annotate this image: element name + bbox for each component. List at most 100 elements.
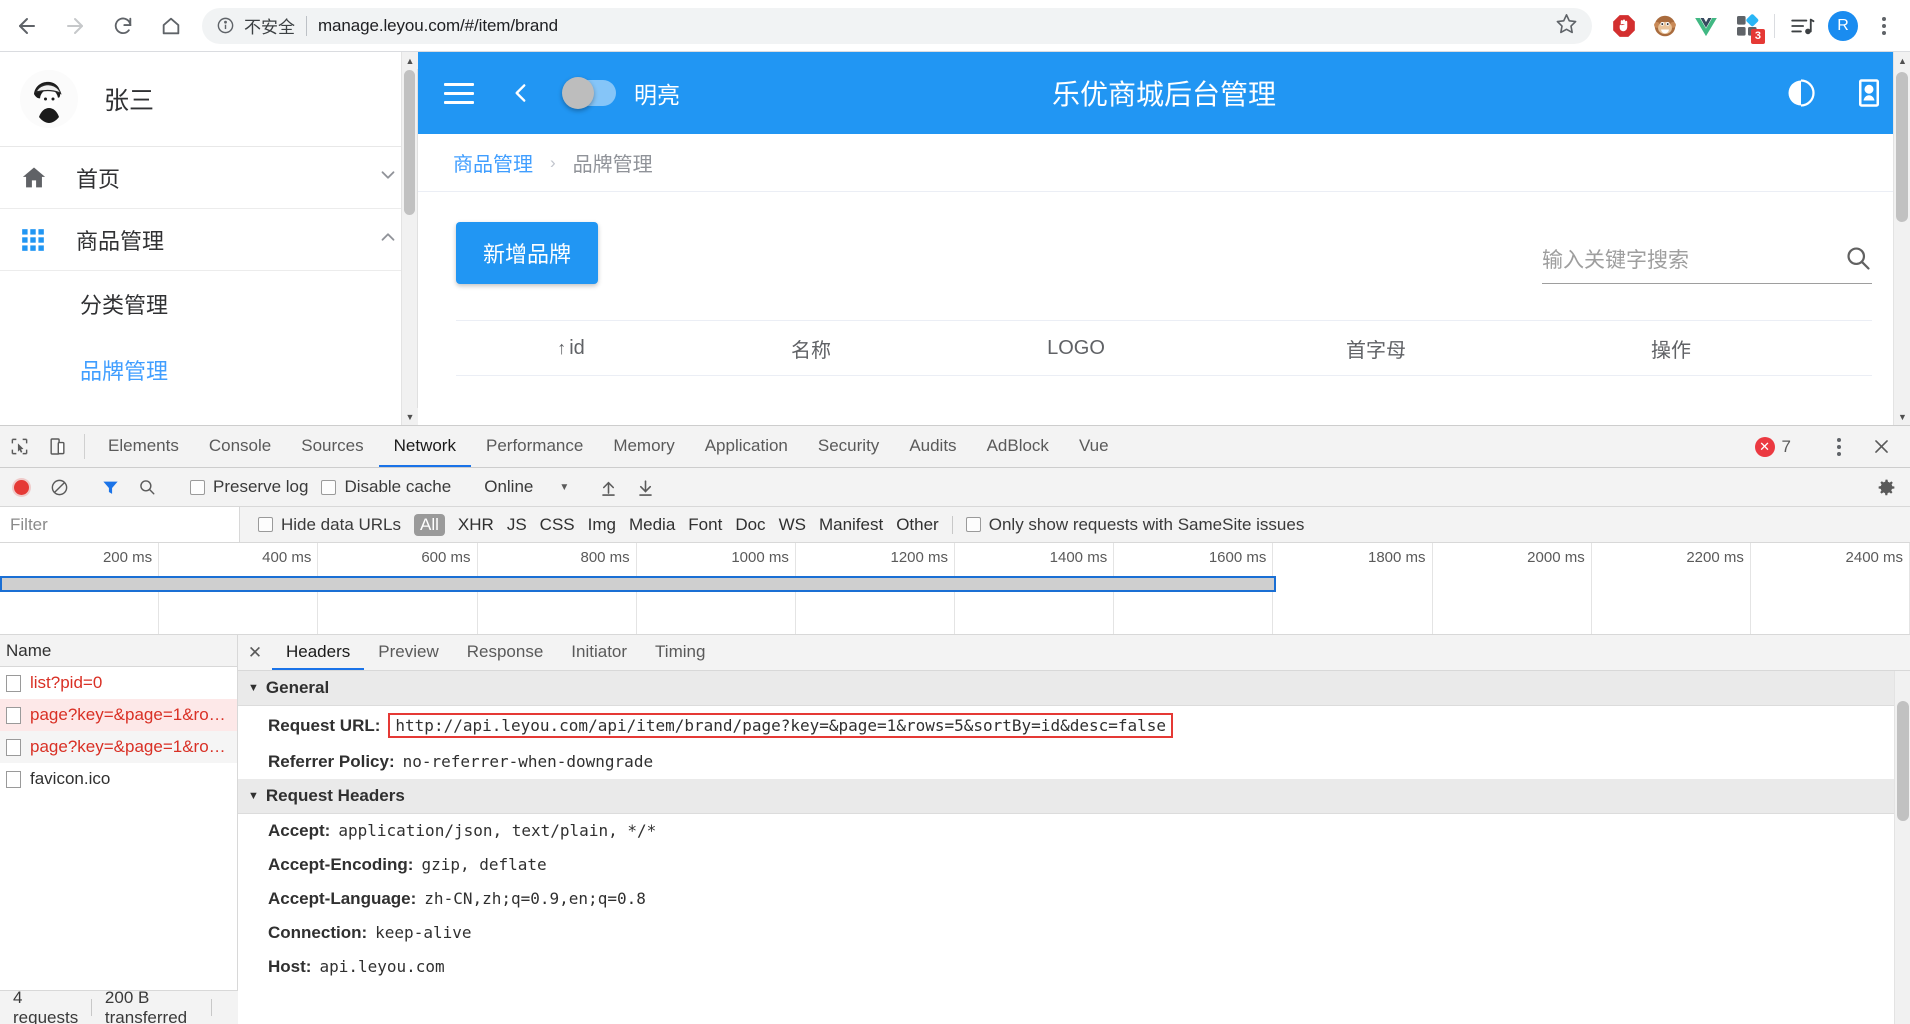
info-circle-icon[interactable]: [216, 16, 235, 35]
export-har-icon[interactable]: [629, 478, 661, 497]
scroll-up-arrow[interactable]: ▲: [402, 52, 418, 69]
error-count-badge[interactable]: ✕ 7: [1754, 436, 1791, 457]
monkey-extension-icon[interactable]: [1645, 6, 1685, 46]
device-toolbar-icon[interactable]: [38, 426, 76, 467]
samesite-issues-checkbox[interactable]: Only show requests with SameSite issues: [965, 515, 1304, 535]
puzzle-extensions-icon[interactable]: 3: [1727, 6, 1767, 46]
vue-devtools-icon[interactable]: [1686, 6, 1726, 46]
sidebar-item-product-list[interactable]: 商品列表: [0, 403, 417, 425]
scrollbar-thumb[interactable]: [1897, 701, 1909, 821]
search-box[interactable]: [1542, 244, 1872, 284]
contrast-icon[interactable]: [1786, 78, 1816, 108]
header-value[interactable]: http://api.leyou.com/api/item/brand/page…: [388, 713, 1174, 738]
star-icon[interactable]: [1555, 12, 1578, 40]
close-icon[interactable]: ✕: [238, 635, 272, 670]
disable-cache-checkbox[interactable]: Disable cache: [321, 477, 451, 497]
close-icon[interactable]: [1862, 437, 1900, 456]
scrollbar-thumb[interactable]: [1896, 72, 1908, 222]
column-header-id[interactable]: ↑ id: [456, 337, 686, 360]
search-icon[interactable]: [1844, 244, 1872, 277]
scroll-up-arrow[interactable]: ▲: [1894, 52, 1910, 69]
tab-performance[interactable]: Performance: [471, 426, 598, 467]
hide-data-urls-checkbox[interactable]: Hide data URLs: [258, 515, 401, 535]
column-header-name[interactable]: 名称: [686, 334, 936, 363]
search-icon[interactable]: [131, 478, 163, 496]
list-item[interactable]: list?pid=0: [0, 667, 237, 699]
filter-type-other[interactable]: Other: [896, 515, 939, 535]
kebab-menu-icon[interactable]: [1820, 437, 1858, 456]
adblock-extension-icon[interactable]: [1604, 6, 1644, 46]
filter-type-css[interactable]: CSS: [540, 515, 575, 535]
list-item[interactable]: page?key=&page=1&rows=5…: [0, 699, 237, 731]
media-playlist-icon[interactable]: [1782, 6, 1822, 46]
sidebar-item-home[interactable]: 首页: [0, 147, 417, 209]
filter-type-img[interactable]: Img: [588, 515, 616, 535]
page-scrollbar[interactable]: ▲ ▼: [1893, 52, 1910, 425]
add-brand-button[interactable]: 新增品牌: [456, 222, 599, 284]
filter-funnel-icon[interactable]: [94, 478, 126, 497]
tab-vue[interactable]: Vue: [1064, 426, 1124, 467]
hamburger-menu-icon[interactable]: [444, 82, 474, 104]
address-bar[interactable]: 不安全 manage.leyou.com/#/item/brand: [202, 7, 1592, 44]
tab-console[interactable]: Console: [194, 426, 286, 467]
record-button[interactable]: [14, 479, 29, 495]
tab-audits[interactable]: Audits: [894, 426, 971, 467]
list-item[interactable]: favicon.ico: [0, 763, 237, 795]
filter-type-xhr[interactable]: XHR: [458, 515, 494, 535]
request-list-header[interactable]: Name: [0, 635, 237, 667]
tab-network[interactable]: Network: [378, 426, 471, 467]
tab-elements[interactable]: Elements: [93, 426, 194, 467]
sidebar-item-brand-management[interactable]: 品牌管理: [0, 337, 417, 403]
list-item[interactable]: page?key=&page=1&rows=5…: [0, 731, 237, 763]
scroll-down-arrow[interactable]: ▼: [402, 408, 418, 425]
account-icon[interactable]: [1854, 78, 1884, 108]
scrollbar-thumb[interactable]: [404, 70, 415, 215]
tab-timing[interactable]: Timing: [641, 635, 719, 670]
filter-type-doc[interactable]: Doc: [735, 515, 765, 535]
throttling-select[interactable]: Online ▼: [484, 477, 569, 497]
tab-application[interactable]: Application: [690, 426, 803, 467]
section-general[interactable]: ▼ General: [238, 671, 1910, 706]
back-icon[interactable]: [6, 5, 48, 47]
forward-icon[interactable]: [54, 5, 96, 47]
sidebar-scrollbar[interactable]: ▲ ▼: [401, 52, 418, 425]
detail-scrollbar[interactable]: [1894, 671, 1910, 1024]
tab-initiator[interactable]: Initiator: [557, 635, 641, 670]
filter-type-all[interactable]: All: [414, 513, 445, 536]
column-header-initial[interactable]: 首字母: [1216, 334, 1536, 363]
search-input[interactable]: [1542, 248, 1844, 273]
scroll-down-arrow[interactable]: ▼: [1894, 408, 1910, 425]
tab-headers[interactable]: Headers: [272, 635, 365, 670]
theme-toggle-switch[interactable]: [562, 77, 616, 109]
tab-security[interactable]: Security: [803, 426, 894, 467]
reload-icon[interactable]: [102, 5, 144, 47]
breadcrumb-parent[interactable]: 商品管理: [453, 148, 533, 177]
profile-avatar[interactable]: R: [1823, 6, 1863, 46]
home-icon[interactable]: [150, 5, 192, 47]
gear-icon[interactable]: [1870, 477, 1902, 498]
document-icon: [6, 738, 21, 756]
filter-type-manifest[interactable]: Manifest: [819, 515, 883, 535]
filter-type-media[interactable]: Media: [629, 515, 675, 535]
chevron-left-icon[interactable]: [508, 80, 534, 106]
filter-type-js[interactable]: JS: [507, 515, 527, 535]
column-header-logo[interactable]: LOGO: [936, 337, 1216, 360]
tab-preview[interactable]: Preview: [364, 635, 452, 670]
tab-sources[interactable]: Sources: [286, 426, 378, 467]
tab-response[interactable]: Response: [453, 635, 558, 670]
timeline-selection-bar[interactable]: [0, 576, 1276, 592]
filter-type-ws[interactable]: WS: [779, 515, 806, 535]
sidebar-item-product-management[interactable]: 商品管理: [0, 209, 417, 271]
preserve-log-checkbox[interactable]: Preserve log: [190, 477, 308, 497]
clear-icon[interactable]: [43, 478, 75, 497]
tab-adblock[interactable]: AdBlock: [972, 426, 1064, 467]
network-overview-timeline[interactable]: 200 ms 400 ms 600 ms 800 ms 1000 ms 1200…: [0, 543, 1910, 635]
filter-input[interactable]: [0, 507, 240, 542]
inspect-element-icon[interactable]: [0, 426, 38, 467]
import-har-icon[interactable]: [592, 478, 624, 497]
section-request-headers[interactable]: ▼ Request Headers: [238, 779, 1910, 814]
sidebar-item-category-management[interactable]: 分类管理: [0, 271, 417, 337]
filter-type-font[interactable]: Font: [688, 515, 722, 535]
tab-memory[interactable]: Memory: [598, 426, 689, 467]
kebab-menu-icon[interactable]: [1864, 6, 1904, 46]
